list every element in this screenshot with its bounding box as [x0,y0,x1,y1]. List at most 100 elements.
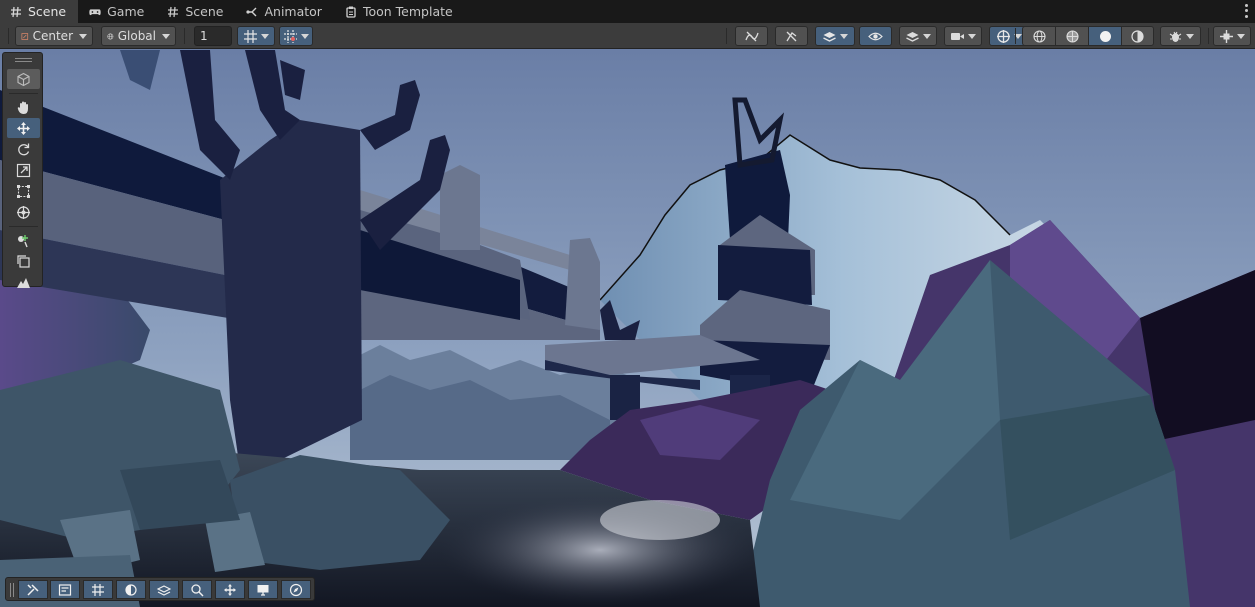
grid-visibility-button[interactable] [237,26,275,46]
tab-game[interactable]: Game [78,0,156,23]
shaded-sphere-icon [1099,30,1111,42]
rect-transform-icon [17,184,30,198]
render-mode-dropdown[interactable] [899,26,937,46]
chevron-down-icon [162,33,170,39]
shaded-button[interactable] [1088,26,1121,46]
scene-lighting-toggle[interactable] [735,26,768,46]
fx-icon [786,31,797,41]
tab-scene-2[interactable]: Scene [156,0,235,23]
settings-panel-icon [58,583,72,596]
pivot-mode-dropdown[interactable]: Center [15,26,93,46]
navigation-overlay-button[interactable] [281,580,311,599]
move-tool-button[interactable] [7,118,40,138]
compass-icon [289,583,303,596]
stack-icon [906,31,919,42]
bottom-overlay-toolbar [5,577,315,601]
overlay-grip[interactable] [10,583,14,597]
toolbar-grip [8,28,9,44]
scene-viewport[interactable] [0,49,1255,607]
shaded-wire-sphere-icon [1065,29,1079,43]
scene-render [0,49,1255,607]
custom-tool-icon [18,234,28,247]
tab-bar: Scene Game Scene Animator Toon Template [0,0,1255,23]
pivot-mode-value: Center [32,29,73,43]
hand-tool-button[interactable] [7,97,40,117]
wireframe-sphere-icon [1032,29,1046,43]
tab-scene[interactable]: Scene [0,0,79,23]
layers-icon [823,31,836,42]
debug-draw-dropdown[interactable] [1160,26,1201,46]
view-tool-button[interactable] [7,69,40,89]
audio-mute-icon [745,31,759,41]
shaded-wireframe-button[interactable] [1055,26,1088,46]
chevron-down-icon [79,33,87,39]
tools-toggle-button[interactable] [18,580,48,599]
pivot-center-icon [21,32,29,40]
rotate-icon [18,143,30,155]
eye-icon [868,32,883,40]
pivot-rotation-value: Global [117,29,156,43]
tool-settings-button[interactable] [50,580,80,599]
tab-label: Toon Template [362,4,453,19]
move-icon [17,121,30,135]
move-arrows-icon [224,583,236,596]
overlays-dropdown[interactable] [1213,26,1251,46]
visibility-toggle[interactable] [859,26,892,46]
chevron-down-icon [301,33,309,39]
snap-grid-icon [284,29,297,43]
transform-icon [17,205,30,219]
globe-icon [107,33,114,39]
copy-tool-button[interactable] [7,251,40,271]
grid-snapping-icon [92,583,104,596]
tools-overlay [2,52,43,288]
unlit-button[interactable] [1121,26,1154,46]
moon-icon [125,583,137,596]
camera-overlay-button[interactable] [248,580,278,599]
scale-tool-button[interactable] [7,160,40,180]
toolbar-separator [726,28,727,44]
grid-icon [244,29,257,43]
rotate-tool-button[interactable] [7,139,40,159]
layers-dropdown[interactable] [815,26,855,46]
view-cube-icon [17,72,30,86]
grid-snap-button[interactable] [279,26,313,46]
gamepad-icon [88,5,102,19]
toolbar-separator [1015,28,1016,44]
overlay-icon [1220,29,1233,43]
tools-divider [9,226,38,227]
shading-overlay-button[interactable] [116,580,146,599]
terrain-icon [17,277,30,288]
chevron-down-icon [968,33,976,39]
animator-icon [245,5,259,19]
camera-dropdown[interactable] [944,26,982,46]
tools-divider [9,93,38,94]
grid-snap-input[interactable]: 1 [194,26,232,46]
unlit-sphere-icon [1131,29,1144,43]
fx-toggle[interactable] [775,26,808,46]
gizmo-icon [997,29,1010,43]
scale-icon [16,163,31,177]
rect-tool-button[interactable] [7,181,40,201]
more-options-icon[interactable] [1243,3,1249,19]
tab-animator[interactable]: Animator [235,0,333,23]
tab-toon-template[interactable]: Toon Template [334,0,465,23]
probuilder-overlay-button[interactable] [149,580,179,599]
tab-label: Scene [185,4,224,19]
overlay-grip[interactable] [15,58,32,62]
custom-tool-button[interactable] [7,230,40,250]
tab-label: Animator [264,4,322,19]
hand-icon [17,101,28,114]
chevron-down-icon [1185,33,1194,39]
pivot-rotation-dropdown[interactable]: Global [101,26,176,46]
copy-icon [17,254,30,268]
search-overlay-button[interactable] [182,580,212,599]
terrain-tool-button[interactable] [7,272,40,292]
grid-snapping-button[interactable] [83,580,113,599]
orientation-overlay-button[interactable] [215,580,245,599]
wireframe-shading-button[interactable] [1022,26,1055,46]
chevron-down-icon [923,33,931,39]
tab-label: Game [107,4,145,19]
hash-icon [9,5,23,19]
monitor-icon [257,584,269,596]
transform-tool-button[interactable] [7,202,40,222]
